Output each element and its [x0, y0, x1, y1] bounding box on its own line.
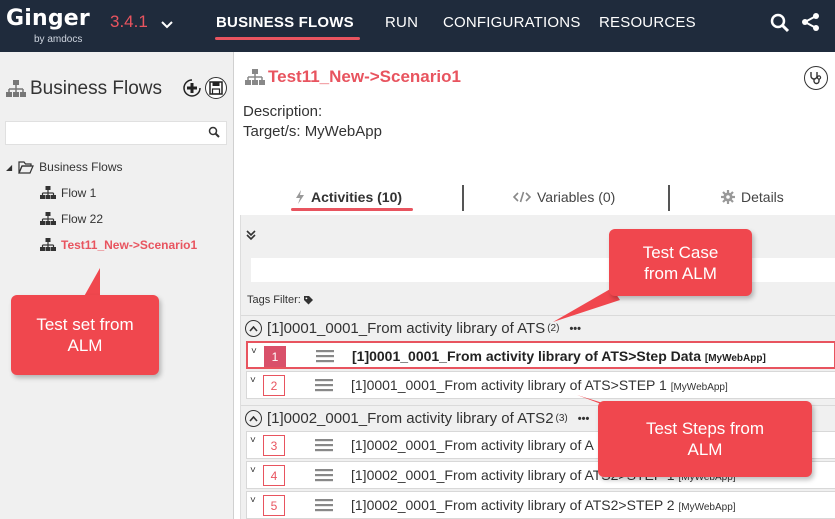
test-set-callout: Test set from ALM: [11, 295, 159, 375]
test-steps-callout: Test Steps from ALM: [598, 401, 812, 477]
test-case-callout: Test Case from ALM: [609, 229, 752, 296]
callout-text: Test Case from ALM: [642, 242, 719, 283]
callout-text: Test Steps from ALM: [645, 419, 765, 459]
callout-text: Test set from ALM: [36, 315, 134, 355]
